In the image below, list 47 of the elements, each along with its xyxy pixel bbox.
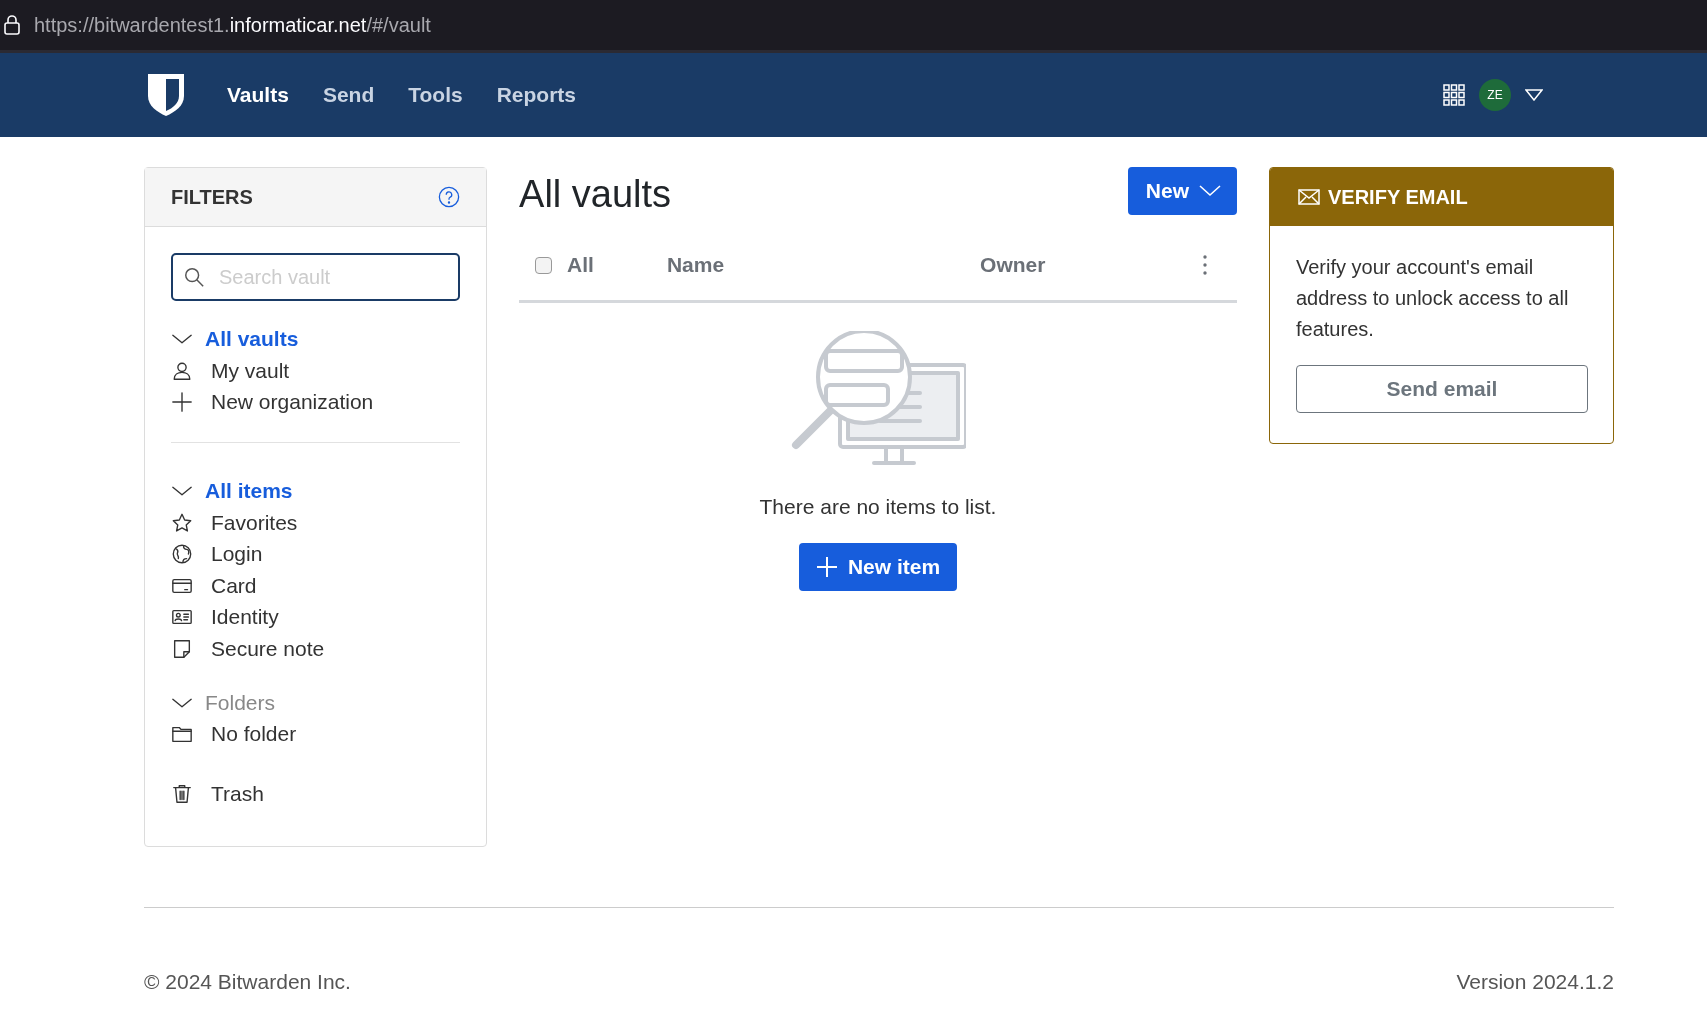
filters-title: FILTERS — [171, 185, 253, 209]
nav-tab[interactable]: Reports — [483, 75, 590, 115]
lock-icon — [4, 15, 20, 35]
nav-tab[interactable]: Send — [309, 75, 388, 115]
card-title: VERIFY EMAIL — [1328, 185, 1468, 209]
url-text[interactable]: https://bitwardentest1.informaticar.net/#/vault — [34, 13, 431, 37]
version-text: Version 2024.1.2 — [1456, 970, 1614, 994]
column-header: All — [567, 253, 594, 277]
star-icon — [171, 511, 193, 534]
envelope-icon — [1298, 189, 1320, 205]
filter-item[interactable]: New organization — [211, 390, 374, 415]
filter-item[interactable]: Trash — [211, 781, 264, 806]
filter-item[interactable]: My vault — [211, 358, 290, 383]
filter-item[interactable]: Identity — [211, 605, 279, 630]
help-icon[interactable] — [438, 186, 461, 208]
column-header[interactable]: Name — [666, 253, 725, 277]
filter-group[interactable]: All items — [205, 479, 293, 503]
shield-logo-icon[interactable] — [146, 72, 186, 118]
filter-group[interactable]: All vaults — [205, 327, 299, 351]
trash-icon — [171, 782, 193, 805]
card-text: Verify your account's email address to unlock access to all features. — [1296, 255, 1570, 342]
new-item-button[interactable]: New item — [798, 543, 958, 591]
filter-item[interactable]: Favorites — [211, 510, 298, 535]
page-title: All vaults — [519, 173, 672, 216]
copyright-text: © 2024 Bitwarden Inc. — [144, 970, 351, 994]
select-all-checkbox[interactable] — [535, 256, 553, 274]
filter-item[interactable]: Login — [211, 542, 263, 567]
filter-item[interactable]: Card — [211, 573, 257, 598]
column-header[interactable]: Owner — [980, 253, 1046, 277]
search-icon — [183, 266, 205, 288]
user-avatar[interactable]: ZE — [1479, 79, 1511, 111]
plus-icon — [171, 391, 193, 414]
plus-icon — [815, 556, 838, 578]
filter-group[interactable]: Folders — [205, 690, 276, 715]
empty-message: There are no items to list. — [759, 495, 997, 519]
note-icon — [171, 637, 193, 660]
nav-tab[interactable]: Vaults — [214, 75, 302, 115]
globe-icon — [171, 543, 193, 566]
send-email-button[interactable]: Send email — [1296, 365, 1588, 413]
new-button[interactable]: New — [1127, 167, 1237, 215]
chevron-icon — [1199, 184, 1221, 198]
filter-item[interactable]: No folder — [211, 722, 297, 747]
more-options-icon[interactable] — [1203, 255, 1207, 275]
caret-icon[interactable] — [1525, 89, 1543, 101]
apps-grid-icon[interactable] — [1443, 84, 1465, 106]
nav-tab[interactable]: Tools — [395, 75, 476, 115]
filter-item[interactable]: Secure note — [211, 636, 325, 661]
